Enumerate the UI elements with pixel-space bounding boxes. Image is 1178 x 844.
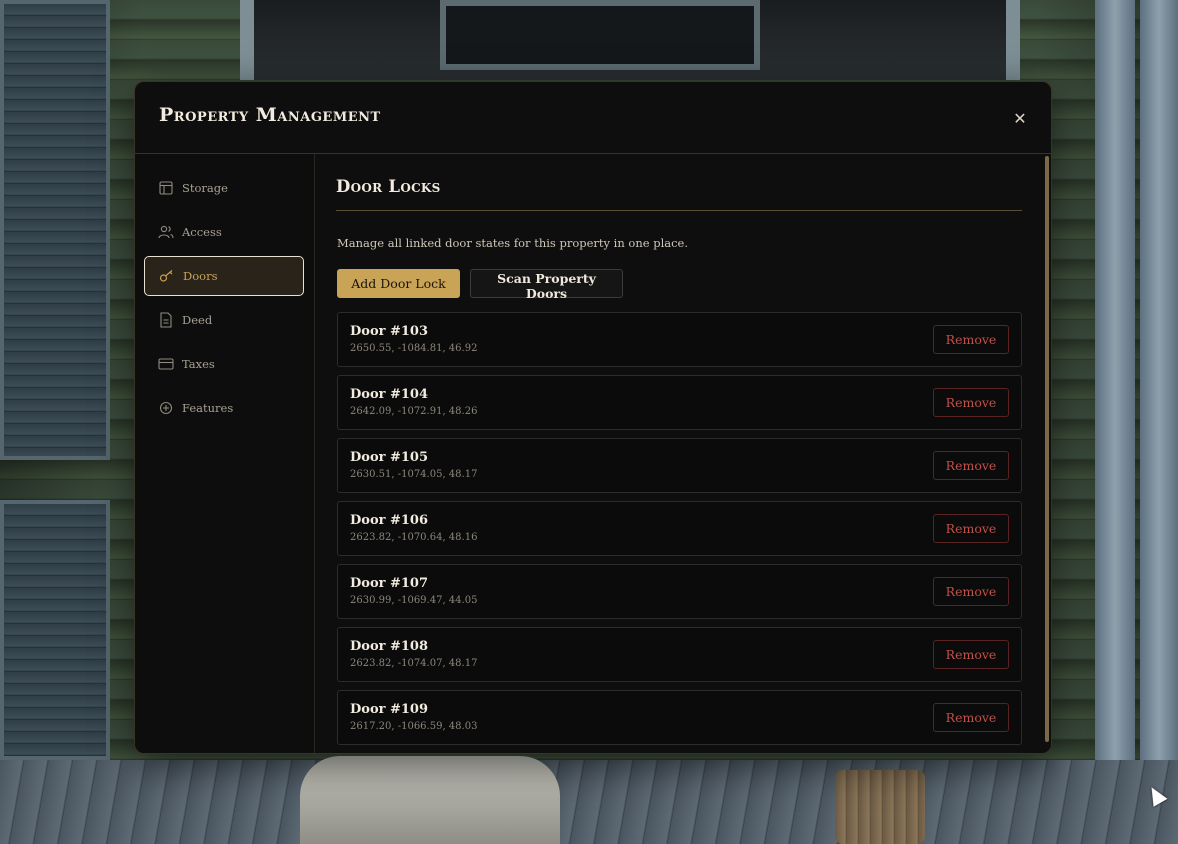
remove-door-button[interactable]: Remove <box>933 388 1009 417</box>
sidebar-item-taxes[interactable]: Taxes <box>144 344 304 384</box>
title-divider <box>336 210 1022 211</box>
door-name: Door #106 <box>350 513 429 528</box>
background-porch-floor <box>0 760 1178 844</box>
background-window-pane <box>440 0 760 70</box>
door-list-item: Door #106 2623.82, -1070.64, 48.16 Remov… <box>337 501 1022 556</box>
scrollbar[interactable] <box>1045 156 1049 742</box>
remove-door-button[interactable]: Remove <box>933 325 1009 354</box>
features-icon <box>158 400 174 416</box>
property-management-modal: Property Management ✕ Storage Access Doo… <box>134 81 1052 754</box>
add-door-lock-button[interactable]: Add Door Lock <box>337 269 460 298</box>
sidebar-item-label: Doors <box>183 269 218 283</box>
remove-door-button[interactable]: Remove <box>933 451 1009 480</box>
scan-property-doors-button[interactable]: Scan Property Doors <box>470 269 623 301</box>
sidebar-item-storage[interactable]: Storage <box>144 168 304 208</box>
users-icon <box>158 224 174 240</box>
door-coordinates: 2623.82, -1074.07, 48.17 <box>350 658 478 669</box>
door-coordinates: 2623.82, -1070.64, 48.16 <box>350 532 478 543</box>
door-coordinates: 2642.09, -1072.91, 48.26 <box>350 406 478 417</box>
sidebar-item-label: Access <box>182 225 222 239</box>
sidebar-item-deed[interactable]: Deed <box>144 300 304 340</box>
door-list-item: Door #108 2623.82, -1074.07, 48.17 Remov… <box>337 627 1022 682</box>
sidebar-item-label: Deed <box>182 313 213 327</box>
sidebar-item-label: Storage <box>182 181 228 195</box>
storage-icon <box>158 180 174 196</box>
background-post-edge <box>1140 0 1178 844</box>
section-title: Door Locks <box>336 177 441 196</box>
sidebar-item-label: Taxes <box>182 357 215 371</box>
door-name: Door #105 <box>350 450 429 465</box>
background-character <box>300 756 560 844</box>
remove-door-button[interactable]: Remove <box>933 514 1009 543</box>
door-name: Door #104 <box>350 387 429 402</box>
door-coordinates: 2630.51, -1074.05, 48.17 <box>350 469 478 480</box>
door-coordinates: 2617.20, -1066.59, 48.03 <box>350 721 478 732</box>
door-list-item: Door #107 2630.99, -1069.47, 44.05 Remov… <box>337 564 1022 619</box>
sidebar: Storage Access Doors Deed Taxes Features <box>135 154 315 753</box>
close-icon[interactable]: ✕ <box>1009 108 1031 130</box>
modal-header: Property Management ✕ <box>135 82 1051 154</box>
door-coordinates: 2650.55, -1084.81, 46.92 <box>350 343 478 354</box>
modal-title: Property Management <box>159 104 381 126</box>
door-name: Door #107 <box>350 576 429 591</box>
sidebar-item-features[interactable]: Features <box>144 388 304 428</box>
background-shutter-left-lower <box>0 500 110 760</box>
sidebar-item-label: Features <box>182 401 234 415</box>
door-list-item: Door #105 2630.51, -1074.05, 48.17 Remov… <box>337 438 1022 493</box>
credit-card-icon <box>158 356 174 372</box>
sidebar-item-access[interactable]: Access <box>144 212 304 252</box>
door-list-item: Door #103 2650.55, -1084.81, 46.92 Remov… <box>337 312 1022 367</box>
door-coordinates: 2630.99, -1069.47, 44.05 <box>350 595 478 606</box>
background-post-right <box>1095 0 1135 844</box>
sidebar-item-doors[interactable]: Doors <box>144 256 304 296</box>
door-list-item: Door #109 2617.20, -1066.59, 48.03 Remov… <box>337 690 1022 745</box>
door-name: Door #109 <box>350 702 429 717</box>
document-icon <box>158 312 174 328</box>
key-icon <box>159 268 175 284</box>
main-content: Door Locks Manage all linked door states… <box>315 154 1051 753</box>
background-shutter-left <box>0 0 110 460</box>
door-name: Door #103 <box>350 324 429 339</box>
remove-door-button[interactable]: Remove <box>933 703 1009 732</box>
background-barrel <box>835 770 925 844</box>
remove-door-button[interactable]: Remove <box>933 577 1009 606</box>
section-description: Manage all linked door states for this p… <box>337 236 689 250</box>
door-list-item: Door #104 2642.09, -1072.91, 48.26 Remov… <box>337 375 1022 430</box>
remove-door-button[interactable]: Remove <box>933 640 1009 669</box>
door-name: Door #108 <box>350 639 429 654</box>
